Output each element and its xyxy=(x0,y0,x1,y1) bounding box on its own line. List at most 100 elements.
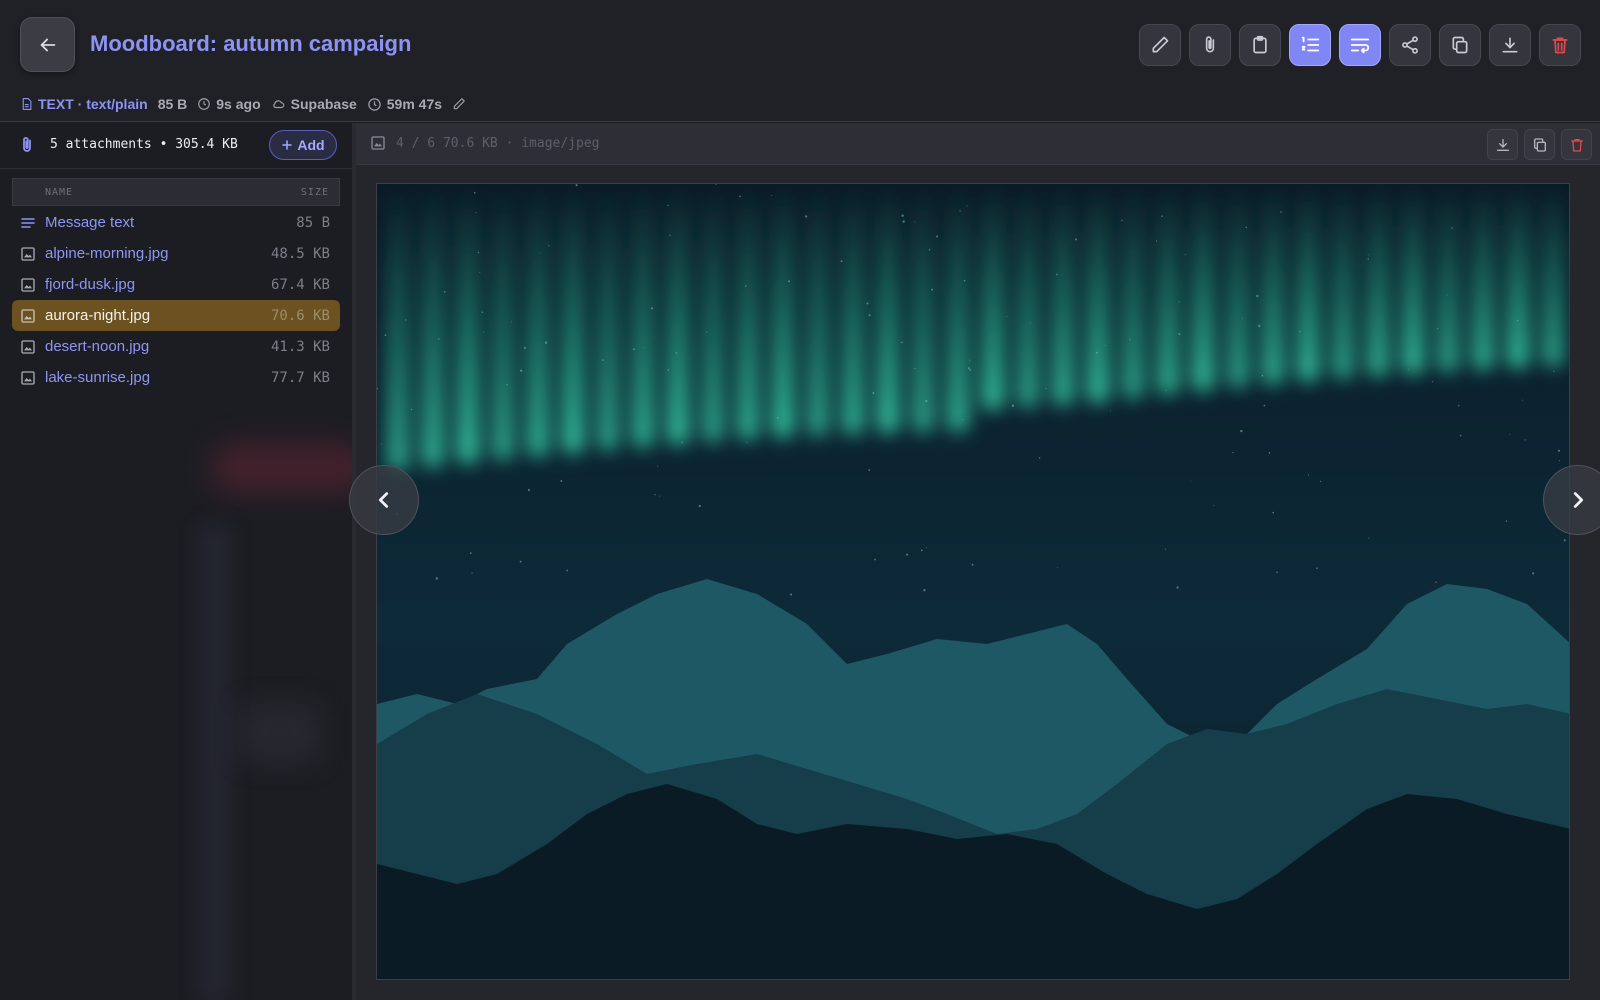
edit-button[interactable] xyxy=(1139,24,1181,66)
back-button[interactable] xyxy=(20,17,75,72)
aurora-ray xyxy=(422,184,444,468)
aurora-ray xyxy=(1157,184,1179,396)
attachments-sidebar: 5 attachments • 305.4 KB Add NAME SIZE M… xyxy=(0,123,356,1000)
meta-storage: Supabase xyxy=(271,96,357,112)
cloud-icon xyxy=(272,100,284,109)
file-icon xyxy=(22,98,32,110)
aurora-ray xyxy=(1332,184,1354,380)
previous-image-button[interactable] xyxy=(349,465,419,535)
column-size: SIZE xyxy=(300,186,329,198)
aurora-ray xyxy=(527,184,549,458)
star xyxy=(384,334,387,336)
star xyxy=(1240,429,1243,433)
star xyxy=(1232,451,1234,454)
image-icon xyxy=(21,309,35,323)
copy-button[interactable] xyxy=(1439,24,1481,66)
attachment-name: desert-noon.jpg xyxy=(45,338,150,355)
attach-button[interactable] xyxy=(1189,24,1231,66)
star xyxy=(1263,404,1266,407)
aurora-ray xyxy=(1052,184,1074,407)
star xyxy=(1307,474,1309,476)
star xyxy=(1109,410,1111,412)
star xyxy=(926,547,928,549)
star xyxy=(900,341,903,344)
star xyxy=(657,465,659,467)
add-attachment-button[interactable]: Add xyxy=(269,130,337,160)
star xyxy=(923,589,926,592)
clipboard-button[interactable] xyxy=(1239,24,1281,66)
star xyxy=(906,553,909,556)
paperclip-icon xyxy=(1205,36,1215,53)
background-blur xyxy=(210,443,352,493)
download-icon xyxy=(1496,138,1509,151)
background-blur xyxy=(240,703,320,763)
aurora-ray xyxy=(842,184,864,436)
list-item[interactable]: alpine-morning.jpg 48.5 KB xyxy=(12,238,340,269)
star xyxy=(566,569,569,572)
list-item[interactable]: desert-noon.jpg 41.3 KB xyxy=(12,331,340,362)
meta-bar: TEXT · text/plain 85 B 9s ago Supabase 5… xyxy=(20,96,466,112)
image-icon xyxy=(21,278,35,292)
share-icon xyxy=(1402,36,1418,54)
numbered-list-toggle[interactable] xyxy=(1289,24,1331,66)
download-button[interactable] xyxy=(1489,24,1531,66)
star xyxy=(1276,571,1278,574)
delete-button[interactable] xyxy=(1539,24,1581,66)
wrap-toggle[interactable] xyxy=(1339,24,1381,66)
star xyxy=(1006,315,1008,317)
star xyxy=(1319,480,1322,482)
clipboard-icon xyxy=(1253,35,1267,54)
list-item[interactable]: lake-sunrise.jpg 77.7 KB xyxy=(12,362,340,393)
list-item[interactable]: fjord-dusk.jpg 67.4 KB xyxy=(12,269,340,300)
star xyxy=(1557,449,1561,452)
toolbar xyxy=(1139,24,1581,66)
timer-icon xyxy=(368,97,381,111)
viewer-download-button[interactable] xyxy=(1487,129,1518,160)
attachment-size: 85 B xyxy=(296,215,330,231)
chevron-left-icon xyxy=(378,492,389,508)
viewer-copy-button[interactable] xyxy=(1524,129,1555,160)
download-icon xyxy=(1502,37,1518,53)
aurora-ray xyxy=(1472,184,1494,372)
aurora-ray xyxy=(597,184,619,452)
chevron-right-icon xyxy=(1573,492,1584,508)
star xyxy=(527,488,530,492)
viewer-toolbar: 4 / 6 70.6 KB · image/jpeg xyxy=(356,123,1600,165)
attachments-summary: 5 attachments • 305.4 KB xyxy=(50,137,238,152)
star xyxy=(1563,539,1566,542)
meta-type-label: TEXT · text/plain xyxy=(38,96,148,112)
list-item[interactable]: Message text 85 B xyxy=(12,207,340,238)
aurora-ray xyxy=(387,184,409,472)
star xyxy=(471,572,473,574)
star xyxy=(902,220,905,223)
viewer-actions xyxy=(1487,129,1592,160)
star xyxy=(1272,511,1274,514)
edit-expiry-button[interactable] xyxy=(452,97,466,111)
image-icon xyxy=(21,340,35,354)
aurora-ray xyxy=(1542,184,1564,368)
star xyxy=(1553,370,1555,372)
viewer-delete-button[interactable] xyxy=(1561,129,1592,160)
copy-icon xyxy=(1533,137,1546,152)
aurora-ray xyxy=(457,184,479,465)
list-item-selected[interactable]: aurora-night.jpg 70.6 KB xyxy=(12,300,340,331)
star xyxy=(654,494,656,496)
aurora-ray xyxy=(1192,184,1214,392)
plus-icon xyxy=(282,140,293,150)
star xyxy=(969,369,972,371)
star xyxy=(659,495,661,497)
attachment-name: fjord-dusk.jpg xyxy=(45,276,136,293)
star xyxy=(469,552,472,554)
image-icon xyxy=(371,136,385,150)
star xyxy=(1075,238,1077,241)
star xyxy=(866,302,869,305)
star xyxy=(868,469,871,471)
star xyxy=(1509,433,1511,435)
share-button[interactable] xyxy=(1389,24,1431,66)
star xyxy=(1176,586,1179,589)
star xyxy=(698,504,701,508)
image-icon xyxy=(21,247,35,261)
paperclip-icon xyxy=(23,137,31,152)
aurora-ray xyxy=(702,184,724,443)
aurora-ray xyxy=(1437,184,1459,374)
